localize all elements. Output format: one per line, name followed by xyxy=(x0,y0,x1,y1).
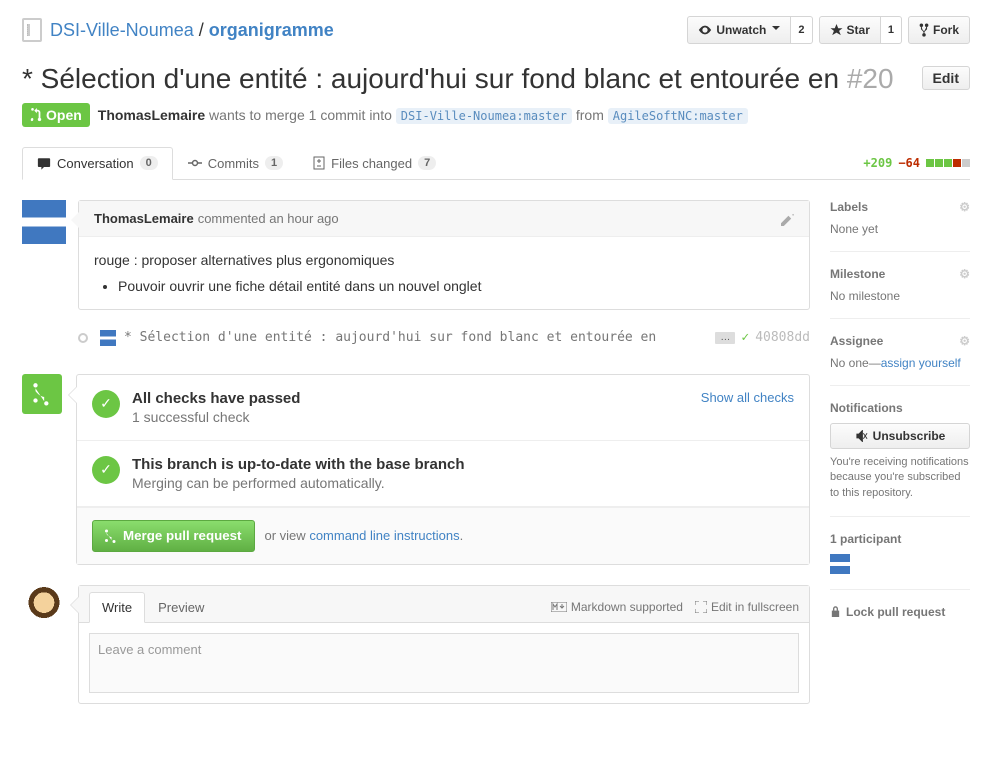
notifications-heading: Notifications xyxy=(830,401,970,415)
commit-icon xyxy=(188,157,202,169)
milestone-heading[interactable]: Milestone⚙ xyxy=(830,267,970,281)
tab-write[interactable]: Write xyxy=(89,592,145,623)
labels-value: None yet xyxy=(830,222,970,236)
mute-icon xyxy=(855,430,868,442)
avatar[interactable] xyxy=(22,200,66,244)
notifications-subtext: You're receiving notifications because y… xyxy=(830,455,970,501)
avatar[interactable] xyxy=(830,554,850,574)
comment-textarea[interactable]: Leave a comment xyxy=(89,633,799,693)
unsubscribe-button[interactable]: Unsubscribe xyxy=(830,423,970,449)
merge-icon xyxy=(105,528,117,544)
tab-files[interactable]: Files changed 7 xyxy=(298,147,451,180)
commit-dot-icon xyxy=(78,333,88,343)
repo-icon xyxy=(22,18,42,42)
show-checks-link[interactable]: Show all checks xyxy=(701,390,794,405)
lock-icon xyxy=(830,605,841,618)
fullscreen-icon xyxy=(695,601,707,613)
gear-icon[interactable]: ⚙ xyxy=(959,334,970,348)
diffstat: +209 −64 xyxy=(863,156,970,170)
merge-button[interactable]: Merge pull request xyxy=(92,520,255,552)
gear-icon[interactable]: ⚙ xyxy=(959,267,970,281)
breadcrumb: DSI-Ville-Noumea / organigramme xyxy=(50,20,687,41)
merge-icon xyxy=(22,374,62,414)
uptodate-title: This branch is up-to-date with the base … xyxy=(132,456,465,473)
issue-title: * Sélection d'une entité : aujourd'hui s… xyxy=(22,64,970,95)
base-ref[interactable]: DSI-Ville-Noumea:master xyxy=(396,108,572,124)
uptodate-sub: Merging can be performed automatically. xyxy=(132,475,385,491)
fork-icon xyxy=(919,23,929,37)
comment-body: rouge : proposer alternatives plus ergon… xyxy=(79,237,809,309)
markdown-icon xyxy=(551,602,567,612)
issue-number: #20 xyxy=(847,63,894,94)
gear-icon[interactable]: ⚙ xyxy=(959,200,970,214)
cli-link[interactable]: command line instructions xyxy=(309,528,459,543)
checks-sub: 1 successful check xyxy=(132,409,250,425)
lock-link[interactable]: Lock pull request xyxy=(830,605,970,619)
commit-message[interactable]: * Sélection d'une entité : aujourd'hui s… xyxy=(124,330,715,345)
comment-box: ThomasLemaire commented an hour ago roug… xyxy=(78,200,810,310)
comment-author[interactable]: ThomasLemaire xyxy=(94,211,194,226)
state-badge: Open xyxy=(22,103,90,127)
breadcrumb-sep: / xyxy=(199,20,204,40)
timeline-commit: * Sélection d'une entité : aujourd'hui s… xyxy=(22,322,810,354)
caret-icon xyxy=(772,26,780,34)
fork-button[interactable]: Fork xyxy=(908,16,970,44)
git-pull-icon xyxy=(30,108,42,122)
tab-conversation[interactable]: Conversation 0 xyxy=(22,147,173,180)
watch-count[interactable]: 2 xyxy=(791,16,812,44)
avatar[interactable] xyxy=(100,330,116,346)
comment-icon xyxy=(37,157,51,170)
star-button[interactable]: Star xyxy=(819,16,881,44)
tab-preview[interactable]: Preview xyxy=(145,592,217,623)
diff-icon xyxy=(313,156,325,170)
fullscreen-link[interactable]: Edit in fullscreen xyxy=(695,600,799,614)
write-box: Write Preview Markdown supported Edit in… xyxy=(78,585,810,704)
markdown-link[interactable]: Markdown supported xyxy=(551,600,683,614)
comment-meta: commented an hour ago xyxy=(198,211,339,226)
pencil-icon[interactable] xyxy=(781,211,794,226)
head-ref[interactable]: AgileSoftNC:master xyxy=(608,108,748,124)
unwatch-button[interactable]: Unwatch xyxy=(687,16,791,44)
issue-meta: Open ThomasLemaire wants to merge 1 comm… xyxy=(22,103,970,127)
owner-link[interactable]: DSI-Ville-Noumea xyxy=(50,20,194,40)
checks-title: All checks have passed xyxy=(132,390,300,407)
check-circle-icon: ✓ xyxy=(92,456,120,484)
tabnav: Conversation 0 Commits 1 Files changed 7… xyxy=(22,147,970,180)
star-icon xyxy=(830,24,843,36)
commit-sha[interactable]: 40808dd xyxy=(755,330,810,345)
repo-link[interactable]: organigramme xyxy=(209,20,334,40)
eye-icon xyxy=(698,24,712,36)
expand-icon[interactable]: … xyxy=(715,332,735,344)
participants-heading: 1 participant xyxy=(830,532,970,546)
assignee-value: No one— xyxy=(830,356,881,370)
check-circle-icon: ✓ xyxy=(92,390,120,418)
check-icon[interactable]: ✓ xyxy=(741,330,749,345)
avatar[interactable] xyxy=(22,585,66,629)
tab-commits[interactable]: Commits 1 xyxy=(173,147,298,180)
edit-button[interactable]: Edit xyxy=(922,66,970,90)
milestone-value: No milestone xyxy=(830,289,970,303)
star-count[interactable]: 1 xyxy=(881,16,902,44)
assign-yourself-link[interactable]: assign yourself xyxy=(881,356,961,370)
assignee-heading[interactable]: Assignee⚙ xyxy=(830,334,970,348)
pr-author[interactable]: ThomasLemaire xyxy=(98,107,205,123)
labels-heading[interactable]: Labels⚙ xyxy=(830,200,970,214)
